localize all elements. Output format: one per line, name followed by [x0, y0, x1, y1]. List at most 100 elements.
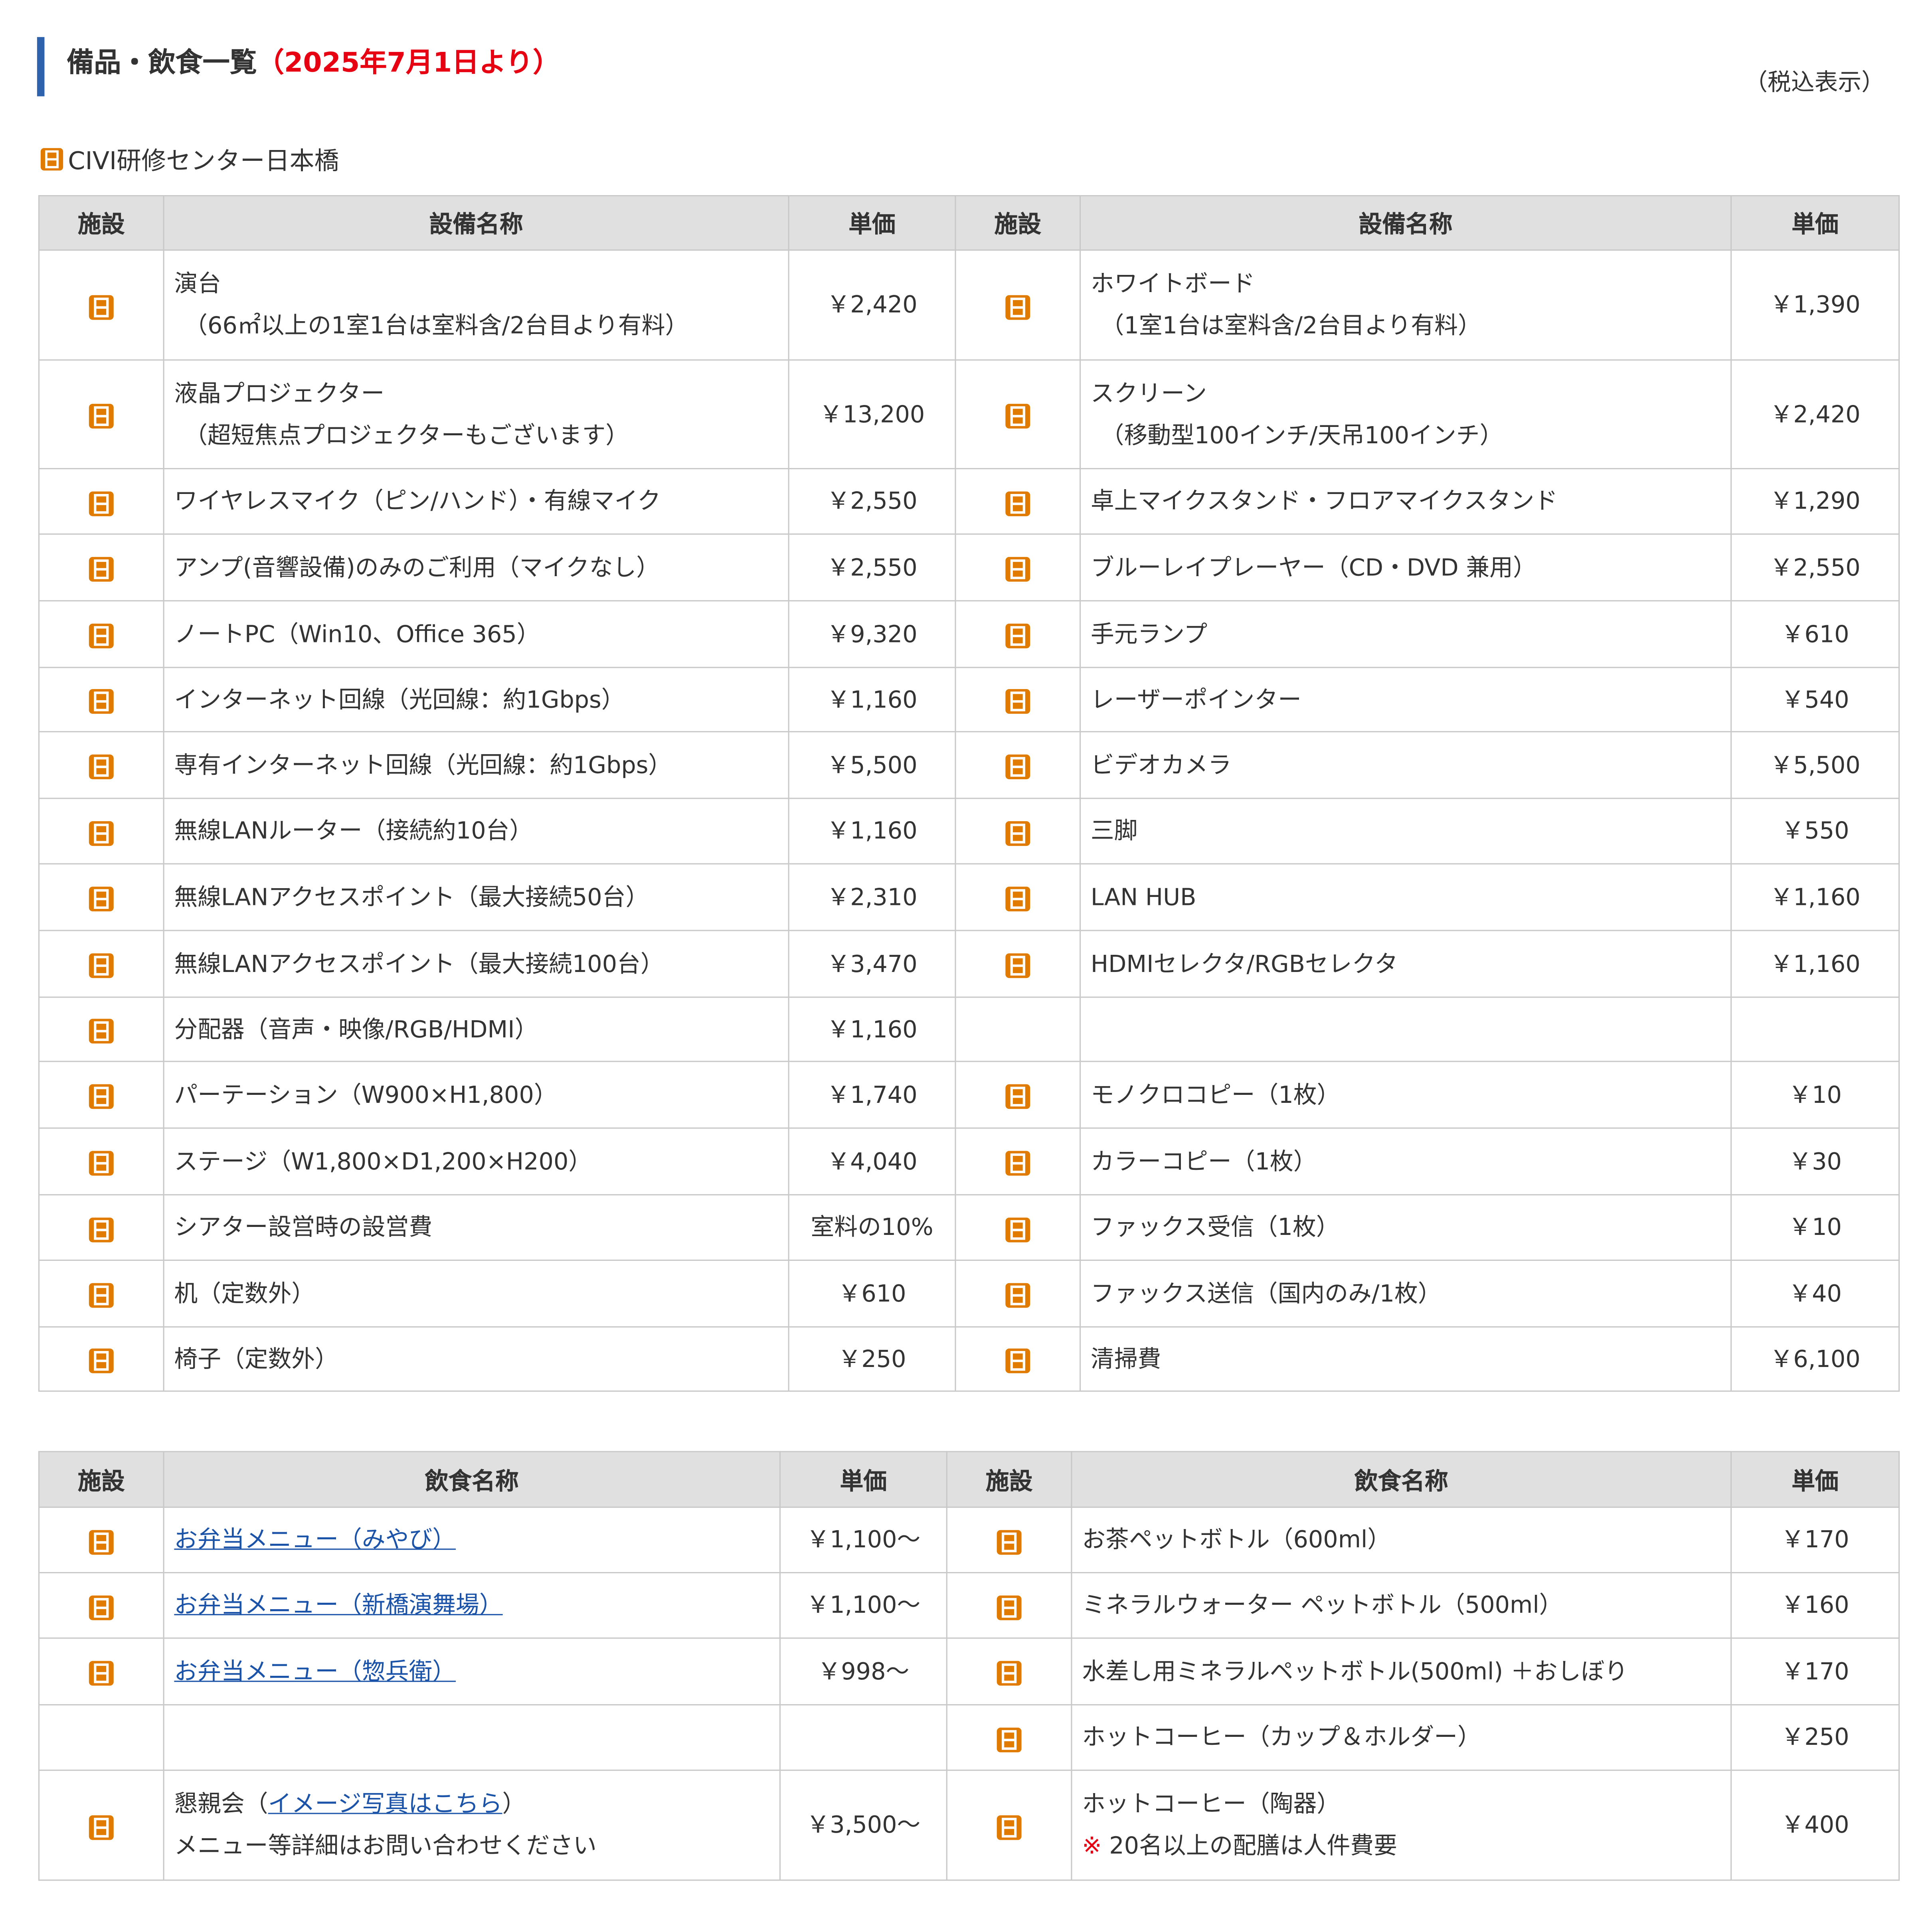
price-cell: ￥1,290	[1730, 468, 1900, 535]
nihonbashi-facility-icon	[40, 146, 64, 171]
facility-cell	[955, 798, 1081, 865]
table-row: 無線LANアクセスポイント（最大接続100台） ￥3,470 HDMIセレクタ/RG…	[38, 930, 1900, 998]
item-note: （移動型100インチ/天吊100インチ）	[1091, 414, 1720, 456]
food-header-row: 施設 飲食名称 単価 施設 飲食名称 単価	[38, 1451, 1900, 1508]
item-name: ブルーレイプレーヤー（CD・DVD 兼用）	[1090, 554, 1537, 581]
notice-mark: ※	[1082, 1832, 1102, 1860]
item-name: ミネラルウォーター ペットボトル（500ml）	[1082, 1592, 1563, 1619]
item-name-line: レーザーポインター	[1091, 679, 1720, 721]
price-value: ￥540	[1781, 686, 1849, 713]
facility-cell	[38, 1506, 164, 1574]
price-value: ￥10	[1788, 1214, 1842, 1241]
menu-link[interactable]: イメージ写真はこちら	[268, 1791, 502, 1818]
facility-cell	[955, 1326, 1081, 1392]
price-value: ￥550	[1781, 817, 1849, 845]
item-name-line: シアター設営時の設営費	[174, 1207, 778, 1248]
facility-cell	[946, 1572, 1072, 1639]
price-value: ￥1,160	[827, 1015, 918, 1043]
table-row: お弁当メニュー（惣兵衛） ￥998～ 水差し用ミネラルペットボトル(500ml) ＋…	[38, 1637, 1900, 1706]
price-value: ￥1,160	[1770, 950, 1861, 978]
item-name-prefix: 懇親会（	[174, 1790, 268, 1818]
item-name-line: 清掃費	[1091, 1338, 1720, 1380]
item-name: 卓上マイクスタンド・フロアマイクスタンド	[1090, 488, 1558, 515]
nihonbashi-facility-icon	[1004, 1082, 1031, 1109]
menu-link[interactable]: お弁当メニュー（惣兵衛）	[174, 1658, 456, 1685]
item-name-line: カラーコピー（1枚）	[1091, 1140, 1720, 1182]
item-name-line: 液晶プロジェクター	[174, 372, 778, 414]
price-cell: ￥2,550	[1730, 533, 1900, 602]
nihonbashi-facility-icon	[88, 555, 115, 582]
item-name: シアター設営時の設営費	[174, 1214, 433, 1241]
item-name: HDMIセレクタ/RGBセレクタ	[1090, 950, 1398, 978]
price-cell: ￥400	[1730, 1770, 1900, 1881]
item-name-cell: 手元ランプ	[1080, 600, 1732, 668]
item-name-line: お弁当メニュー（みやび）	[174, 1519, 769, 1561]
price-cell: ￥5,500	[1730, 731, 1900, 799]
header-facility: 施設	[38, 195, 164, 251]
price-cell	[1730, 996, 1900, 1062]
item-name-line: お茶ペットボトル（600ml）	[1082, 1519, 1720, 1561]
price-value: ￥400	[1781, 1811, 1849, 1839]
item-name-cell: 液晶プロジェクター （超短焦点プロジェクターもございます）	[163, 359, 789, 470]
item-name: 三脚	[1090, 817, 1138, 845]
table-row: 椅子（定数外） ￥250 清掃費 ￥6,100	[38, 1326, 1900, 1392]
price-cell: ￥2,420	[788, 249, 956, 361]
table-row: ノートPC（Win10、Office 365） ￥9,320 手元ランプ ￥610	[38, 600, 1900, 668]
item-name-cell: 卓上マイクスタンド・フロアマイクスタンド	[1080, 468, 1732, 535]
item-name-cell: 無線LANアクセスポイント（最大接続50台）	[163, 863, 789, 931]
facility-cell	[955, 1127, 1081, 1195]
item-name: モノクロコピー（1枚）	[1090, 1081, 1341, 1108]
price-cell: ￥160	[1730, 1572, 1900, 1639]
price-value: ￥170	[1781, 1658, 1849, 1685]
nihonbashi-facility-icon	[88, 488, 115, 516]
price-value: ￥1,100～	[806, 1592, 921, 1619]
nihonbashi-facility-icon	[88, 1016, 115, 1044]
price-cell: ￥1,100～	[779, 1572, 947, 1639]
price-value: ￥9,320	[827, 620, 918, 648]
item-name: スクリーン	[1090, 379, 1207, 407]
item-name-line: 無線LANアクセスポイント（最大接続100台）	[174, 943, 778, 985]
facility-cell	[38, 798, 164, 865]
item-name-cell: 清掃費	[1080, 1326, 1732, 1392]
nihonbashi-facility-icon	[88, 1812, 115, 1840]
menu-link[interactable]: お弁当メニュー（みやび）	[174, 1526, 456, 1553]
header-equipment-name: 設備名称	[1080, 195, 1732, 251]
item-name-cell: 水差し用ミネラルペットボトル(500ml) ＋おしぼり	[1071, 1637, 1732, 1706]
price-value: ￥2,550	[827, 554, 918, 581]
item-name: お茶ペットボトル（600ml）	[1082, 1526, 1391, 1554]
price-cell: ￥250	[788, 1326, 956, 1392]
price-value: ￥250	[838, 1345, 906, 1373]
price-cell: ￥998～	[779, 1637, 947, 1706]
facility-cell	[955, 600, 1081, 668]
header-equipment-name: 設備名称	[163, 195, 789, 251]
nihonbashi-facility-icon	[88, 1148, 115, 1176]
item-note-text: （1室1台は室料含/2台目より有料）	[1100, 312, 1481, 340]
item-name-line: 三脚	[1091, 810, 1720, 852]
item-name: 専有インターネット回線（光回線：約1Gbps）	[174, 751, 672, 779]
facility-cell	[955, 863, 1081, 931]
item-name-cell: ホットコーヒー（陶器） ※ 20名以上の配膳は人件費要	[1071, 1770, 1732, 1881]
price-cell: ￥10	[1730, 1194, 1900, 1261]
nihonbashi-facility-icon	[88, 1592, 115, 1620]
price-value: ￥250	[1781, 1724, 1849, 1751]
page-title: 備品・飲食一覧（2025年7月1日より）	[37, 37, 560, 97]
item-name-suffix: ）	[502, 1790, 526, 1818]
nihonbashi-facility-icon	[996, 1812, 1023, 1840]
nihonbashi-facility-icon	[1004, 1346, 1031, 1373]
header-price: 単価	[1730, 1451, 1900, 1508]
item-note: ※ 20名以上の配膳は人件費要	[1082, 1825, 1720, 1867]
price-value: ￥3,470	[827, 950, 918, 978]
item-name-cell: お茶ペットボトル（600ml）	[1071, 1506, 1732, 1574]
facility-cell	[955, 359, 1081, 470]
facility-cell	[38, 1061, 164, 1129]
facility-cell	[946, 1704, 1072, 1771]
page-title-date: （2025年7月1日より）	[257, 48, 560, 79]
item-name: 机（定数外）	[174, 1280, 315, 1308]
item-name-cell: お弁当メニュー（みやび）	[163, 1506, 781, 1574]
item-name-cell: アンプ(音響設備)のみのご利用（マイクなし）	[163, 533, 789, 602]
item-name-cell: レーザーポインター	[1080, 667, 1732, 733]
item-name-cell: ホットコーヒー（カップ＆ホルダー）	[1071, 1704, 1732, 1771]
menu-link[interactable]: お弁当メニュー（新橋演舞場）	[174, 1592, 502, 1619]
nihonbashi-facility-icon	[88, 951, 115, 978]
table-row: 懇親会（イメージ写真はこちら） メニュー等詳細はお問い合わせください ￥3,500～…	[38, 1770, 1900, 1881]
